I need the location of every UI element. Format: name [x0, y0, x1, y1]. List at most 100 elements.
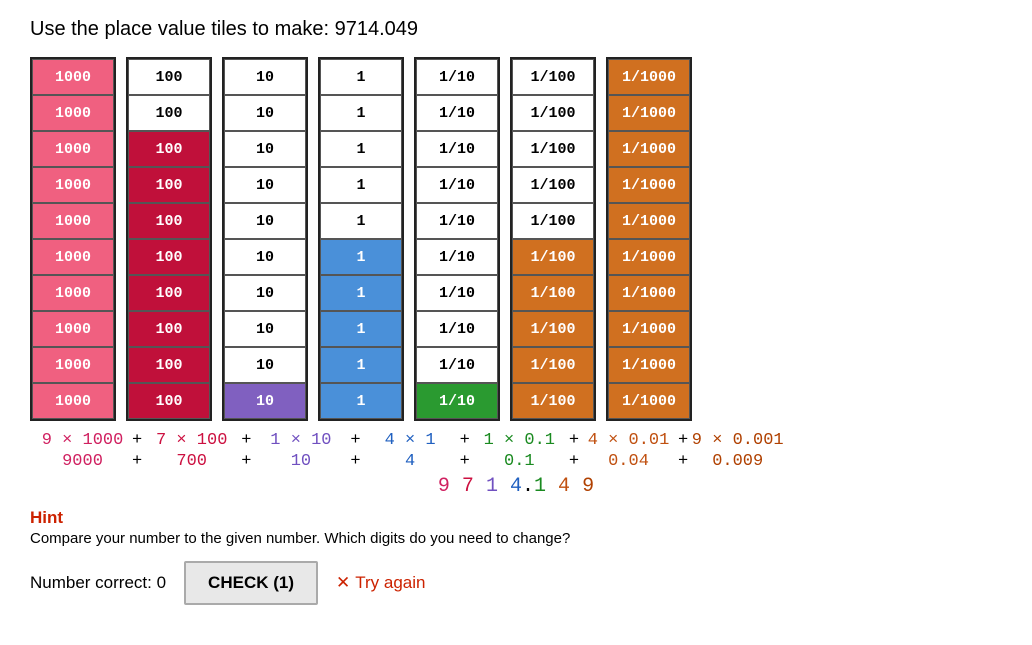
tile[interactable]: 1: [320, 167, 402, 203]
tile[interactable]: 1000: [32, 131, 114, 167]
val-item-tenths: 0.1: [472, 452, 567, 471]
tile[interactable]: 1/1000: [608, 311, 690, 347]
tile[interactable]: 1/100: [512, 275, 594, 311]
tile[interactable]: 1: [320, 383, 402, 419]
tile[interactable]: 1/10: [416, 95, 498, 131]
tile[interactable]: 1: [320, 203, 402, 239]
mul-item-hundreds: 7 × 100: [144, 431, 239, 450]
tile[interactable]: 1: [320, 347, 402, 383]
tile[interactable]: 1/10: [416, 131, 498, 167]
number-correct: Number correct: 0: [30, 573, 166, 593]
tile-stack-tens: 10101010101010101010: [222, 57, 308, 421]
tile[interactable]: 10: [224, 131, 306, 167]
tile[interactable]: 1/1000: [608, 383, 690, 419]
column-thousands: 1000100010001000100010001000100010001000: [30, 57, 116, 421]
tile[interactable]: 100: [128, 275, 210, 311]
tile[interactable]: 100: [128, 203, 210, 239]
val-item-hundredths: 0.04: [581, 452, 676, 471]
tile[interactable]: 1: [320, 311, 402, 347]
tile[interactable]: 10: [224, 383, 306, 419]
plus-sign: +: [678, 431, 688, 450]
tile[interactable]: 100: [128, 167, 210, 203]
x-icon: ✕: [336, 573, 350, 593]
tile[interactable]: 1: [320, 275, 402, 311]
tile[interactable]: 1/1000: [608, 131, 690, 167]
column-tens: 10101010101010101010: [222, 57, 308, 421]
tile[interactable]: 1/10: [416, 311, 498, 347]
tiles-area: 1000100010001000100010001000100010001000…: [30, 57, 1002, 421]
check-button[interactable]: CHECK (1): [184, 561, 318, 605]
tile[interactable]: 1: [320, 131, 402, 167]
tile[interactable]: 1000: [32, 59, 114, 95]
tile[interactable]: 1000: [32, 347, 114, 383]
tile[interactable]: 1/100: [512, 203, 594, 239]
tile[interactable]: 1/1000: [608, 167, 690, 203]
tile[interactable]: 1000: [32, 203, 114, 239]
tile[interactable]: 1/100: [512, 383, 594, 419]
tile[interactable]: 1/1000: [608, 275, 690, 311]
plus-sign: +: [569, 431, 579, 450]
tile[interactable]: 10: [224, 95, 306, 131]
combined-number: 9 7 1 4.1 4 9: [30, 475, 1002, 498]
try-again-button[interactable]: ✕ Try again: [336, 573, 425, 593]
tile[interactable]: 1: [320, 239, 402, 275]
tile-stack-tenths: 1/101/101/101/101/101/101/101/101/101/10: [414, 57, 500, 421]
tile[interactable]: 100: [128, 239, 210, 275]
plus-sign: +: [241, 431, 251, 450]
tile[interactable]: 1000: [32, 167, 114, 203]
tile[interactable]: 10: [224, 239, 306, 275]
multiplication-row: 9 × 1000+7 × 100+1 × 10+4 × 1+1 × 0.1+4 …: [35, 431, 1002, 450]
tile[interactable]: 1/10: [416, 383, 498, 419]
column-hundreds: 100100100100100100100100100100: [126, 57, 212, 421]
tile[interactable]: 1/1000: [608, 239, 690, 275]
tile[interactable]: 1/1000: [608, 95, 690, 131]
tile[interactable]: 1: [320, 59, 402, 95]
tile[interactable]: 1/1000: [608, 59, 690, 95]
plus-sign: +: [569, 452, 579, 471]
tile[interactable]: 100: [128, 59, 210, 95]
tile[interactable]: 1/100: [512, 167, 594, 203]
tile[interactable]: 1/100: [512, 131, 594, 167]
tile[interactable]: 100: [128, 311, 210, 347]
tile[interactable]: 1/100: [512, 311, 594, 347]
tile[interactable]: 1/100: [512, 59, 594, 95]
main-container: Use the place value tiles to make: 9714.…: [0, 0, 1032, 623]
plus-sign: +: [350, 431, 360, 450]
tile[interactable]: 10: [224, 167, 306, 203]
tile[interactable]: 10: [224, 347, 306, 383]
tile[interactable]: 1000: [32, 95, 114, 131]
tile[interactable]: 1/1000: [608, 203, 690, 239]
tile[interactable]: 100: [128, 95, 210, 131]
tile[interactable]: 10: [224, 59, 306, 95]
plus-sign: +: [132, 431, 142, 450]
tile[interactable]: 1000: [32, 383, 114, 419]
tile[interactable]: 10: [224, 203, 306, 239]
tile[interactable]: 1000: [32, 239, 114, 275]
tile[interactable]: 1/10: [416, 275, 498, 311]
tile-stack-ones: 1111111111: [318, 57, 404, 421]
tile[interactable]: 1/10: [416, 59, 498, 95]
tile[interactable]: 1: [320, 95, 402, 131]
tile-stack-thousandths: 1/10001/10001/10001/10001/10001/10001/10…: [606, 57, 692, 421]
val-item-ones: 4: [363, 452, 458, 471]
hint-text: Compare your number to the given number.…: [30, 530, 1002, 547]
tile[interactable]: 1000: [32, 275, 114, 311]
tile[interactable]: 1/100: [512, 95, 594, 131]
tile[interactable]: 1/10: [416, 347, 498, 383]
tile[interactable]: 1000: [32, 311, 114, 347]
val-item-tens: 10: [253, 452, 348, 471]
column-thousandths: 1/10001/10001/10001/10001/10001/10001/10…: [606, 57, 692, 421]
tile[interactable]: 1/10: [416, 239, 498, 275]
tile[interactable]: 1/10: [416, 167, 498, 203]
tile[interactable]: 1/10: [416, 203, 498, 239]
tile[interactable]: 100: [128, 131, 210, 167]
tile[interactable]: 1/100: [512, 347, 594, 383]
tile[interactable]: 100: [128, 347, 210, 383]
tile[interactable]: 1/100: [512, 239, 594, 275]
tile[interactable]: 10: [224, 311, 306, 347]
tile[interactable]: 10: [224, 275, 306, 311]
hint-section: Hint Compare your number to the given nu…: [30, 508, 1002, 547]
tile[interactable]: 1/1000: [608, 347, 690, 383]
mul-item-hundredths: 4 × 0.01: [581, 431, 676, 450]
tile[interactable]: 100: [128, 383, 210, 419]
